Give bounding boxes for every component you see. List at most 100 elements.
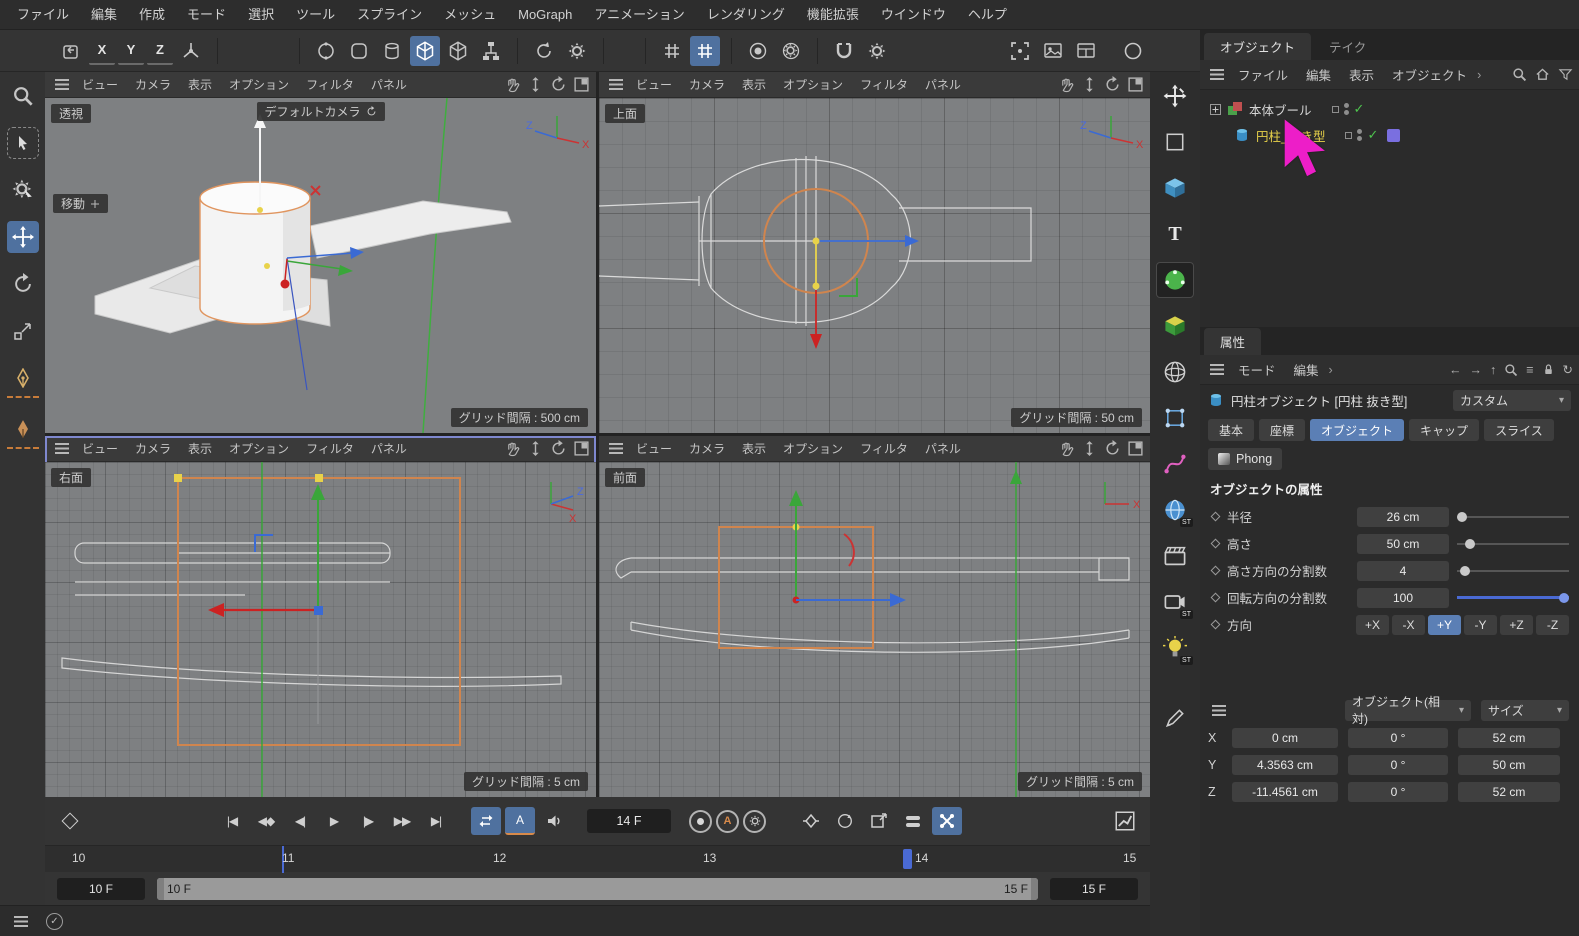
fast-forward-button[interactable]: ▶▶ [387,807,417,835]
vp-menu-display[interactable]: 表示 [734,76,774,93]
height-segments-field[interactable]: 4 [1357,561,1449,581]
screenshot-button[interactable] [1038,36,1068,66]
menu-spline[interactable]: スプライン [346,0,433,30]
range-start-field[interactable]: 10 F [57,878,145,900]
clapperboard-icon[interactable] [1156,538,1194,574]
menu-animation[interactable]: アニメーション [583,0,695,30]
back-arrow-icon[interactable]: ← [1449,363,1462,377]
visibility-dots-icon[interactable] [1357,129,1362,141]
network-x-button[interactable] [932,807,962,835]
render-settings-button[interactable] [776,36,806,66]
tweak-tool-icon[interactable] [7,174,39,206]
pan-hand-icon[interactable] [1058,440,1075,457]
menu-tools[interactable]: ツール [285,0,346,30]
enabled-check-icon[interactable]: ✓ [1354,101,1365,117]
menu-overflow-icon[interactable]: › [1329,363,1333,377]
autokey-toggle-button[interactable] [529,36,559,66]
keyframe-diamond-icon[interactable] [1211,539,1221,549]
vp-menu-filter[interactable]: フィルタ [852,440,916,457]
expand-icon[interactable] [1210,104,1221,115]
undo-box-icon[interactable] [56,36,86,66]
render-view-button[interactable] [743,36,773,66]
menu-mograph[interactable]: MoGraph [507,0,583,30]
y-position-field[interactable]: 4.3563 cm [1232,755,1338,775]
dir-plus-x-button[interactable]: +X [1356,615,1389,635]
previous-frame-button[interactable]: ◀| [285,807,315,835]
viewport-menu-icon[interactable] [609,443,623,454]
axis-y-lock-button[interactable]: Y [118,37,144,65]
viewport-menu-icon[interactable] [609,79,623,90]
record-settings-button[interactable] [743,810,766,833]
vp-menu-filter[interactable]: フィルタ [298,76,362,93]
tab-object[interactable]: オブジェクト [1310,419,1404,441]
pan-hand-icon[interactable] [1058,76,1075,93]
viewport-perspective[interactable]: ビュー カメラ 表示 オプション フィルタ パネル [45,72,596,433]
go-to-start-button[interactable]: |◀ [217,807,247,835]
menu-window[interactable]: ウインドウ [870,0,957,30]
orbit-icon[interactable] [550,76,567,93]
maximize-view-icon[interactable] [573,76,590,93]
scale-tool-icon[interactable] [7,315,39,347]
keyframe-selection-button[interactable] [796,807,826,835]
vp-menu-view[interactable]: ビュー [74,440,126,457]
om-menu-object[interactable]: オブジェクト [1384,65,1475,84]
vp-menu-filter[interactable]: フィルタ [852,76,916,93]
record-position-button[interactable] [689,810,712,833]
right-view-canvas[interactable]: X Z 右面 グリッド間隔 : 5 cm [45,462,596,797]
vp-menu-options[interactable]: オプション [221,76,297,93]
vp-menu-view[interactable]: ビュー [628,440,680,457]
maximize-view-icon[interactable] [1127,440,1144,457]
record-auto-button[interactable]: A [716,810,739,833]
enabled-check-icon[interactable]: ✓ [1367,127,1378,143]
coordinates-menu-icon[interactable] [1212,705,1226,716]
tab-basic[interactable]: 基本 [1208,419,1254,441]
dir-plus-y-button[interactable]: +Y [1428,615,1461,635]
om-menu-view[interactable]: 表示 [1341,65,1382,84]
dir-minus-z-button[interactable]: -Z [1536,615,1569,635]
keying-settings-gear-button[interactable] [562,36,592,66]
layer-square-icon[interactable] [1345,132,1352,139]
dolly-icon[interactable] [1081,440,1098,457]
status-menu-icon[interactable] [14,916,28,927]
magnet-snap-button[interactable] [829,36,859,66]
refresh-icon[interactable]: ↻ [1563,362,1573,377]
go-to-end-button[interactable]: ▶| [421,807,451,835]
state-circle-button[interactable] [1118,36,1148,66]
rotation-segments-slider[interactable] [1457,591,1569,605]
camera-st-icon[interactable]: ST [1156,584,1194,620]
phong-tag-icon[interactable] [1387,129,1400,142]
preset-dropdown[interactable]: カスタム▾ [1453,390,1571,411]
height-field[interactable]: 50 cm [1357,534,1449,554]
pen-tool-icon[interactable] [7,362,39,398]
orbit-icon[interactable] [550,440,567,457]
loop-mode-button[interactable] [471,807,501,835]
panel-menu-icon[interactable] [1210,69,1224,80]
dolly-icon[interactable] [527,440,544,457]
up-arrow-icon[interactable]: ↑ [1490,363,1496,377]
perspective-view-canvas[interactable]: Z X 透視 デフォルトカメラ 移動 グリッド間隔 : 500 cm [45,98,596,433]
home-icon[interactable] [1535,67,1550,82]
rotate-tool-icon[interactable] [7,268,39,300]
height-slider[interactable] [1457,537,1569,551]
live-selection-tool-icon[interactable] [7,127,39,159]
menu-select[interactable]: 選択 [237,0,285,30]
rotation-segments-field[interactable]: 100 [1357,588,1449,608]
z-rotation-field[interactable]: 0 ° [1348,782,1448,802]
range-bar[interactable]: 10 F 15 F [157,878,1038,900]
tool-settings-gear-button[interactable] [862,36,892,66]
primitive-cylinder-button[interactable] [377,36,407,66]
keyframe-diamond-icon[interactable] [1211,566,1221,576]
set-driven-button[interactable] [864,807,894,835]
menu-help[interactable]: ヘルプ [957,0,1018,30]
search-icon[interactable] [1512,67,1527,82]
forward-arrow-icon[interactable]: → [1469,363,1482,377]
pan-hand-icon[interactable] [504,76,521,93]
vp-menu-view[interactable]: ビュー [74,76,126,93]
sketch-pen-tool-icon[interactable] [7,413,39,449]
plane-icon[interactable] [1156,124,1194,160]
point-cube-icon[interactable] [1156,400,1194,436]
previous-key-button[interactable]: ◀◆ [251,807,281,835]
move-tool-icon[interactable] [7,221,39,253]
menu-mode[interactable]: モード [176,0,237,30]
blue-cube-icon[interactable] [1156,170,1194,206]
